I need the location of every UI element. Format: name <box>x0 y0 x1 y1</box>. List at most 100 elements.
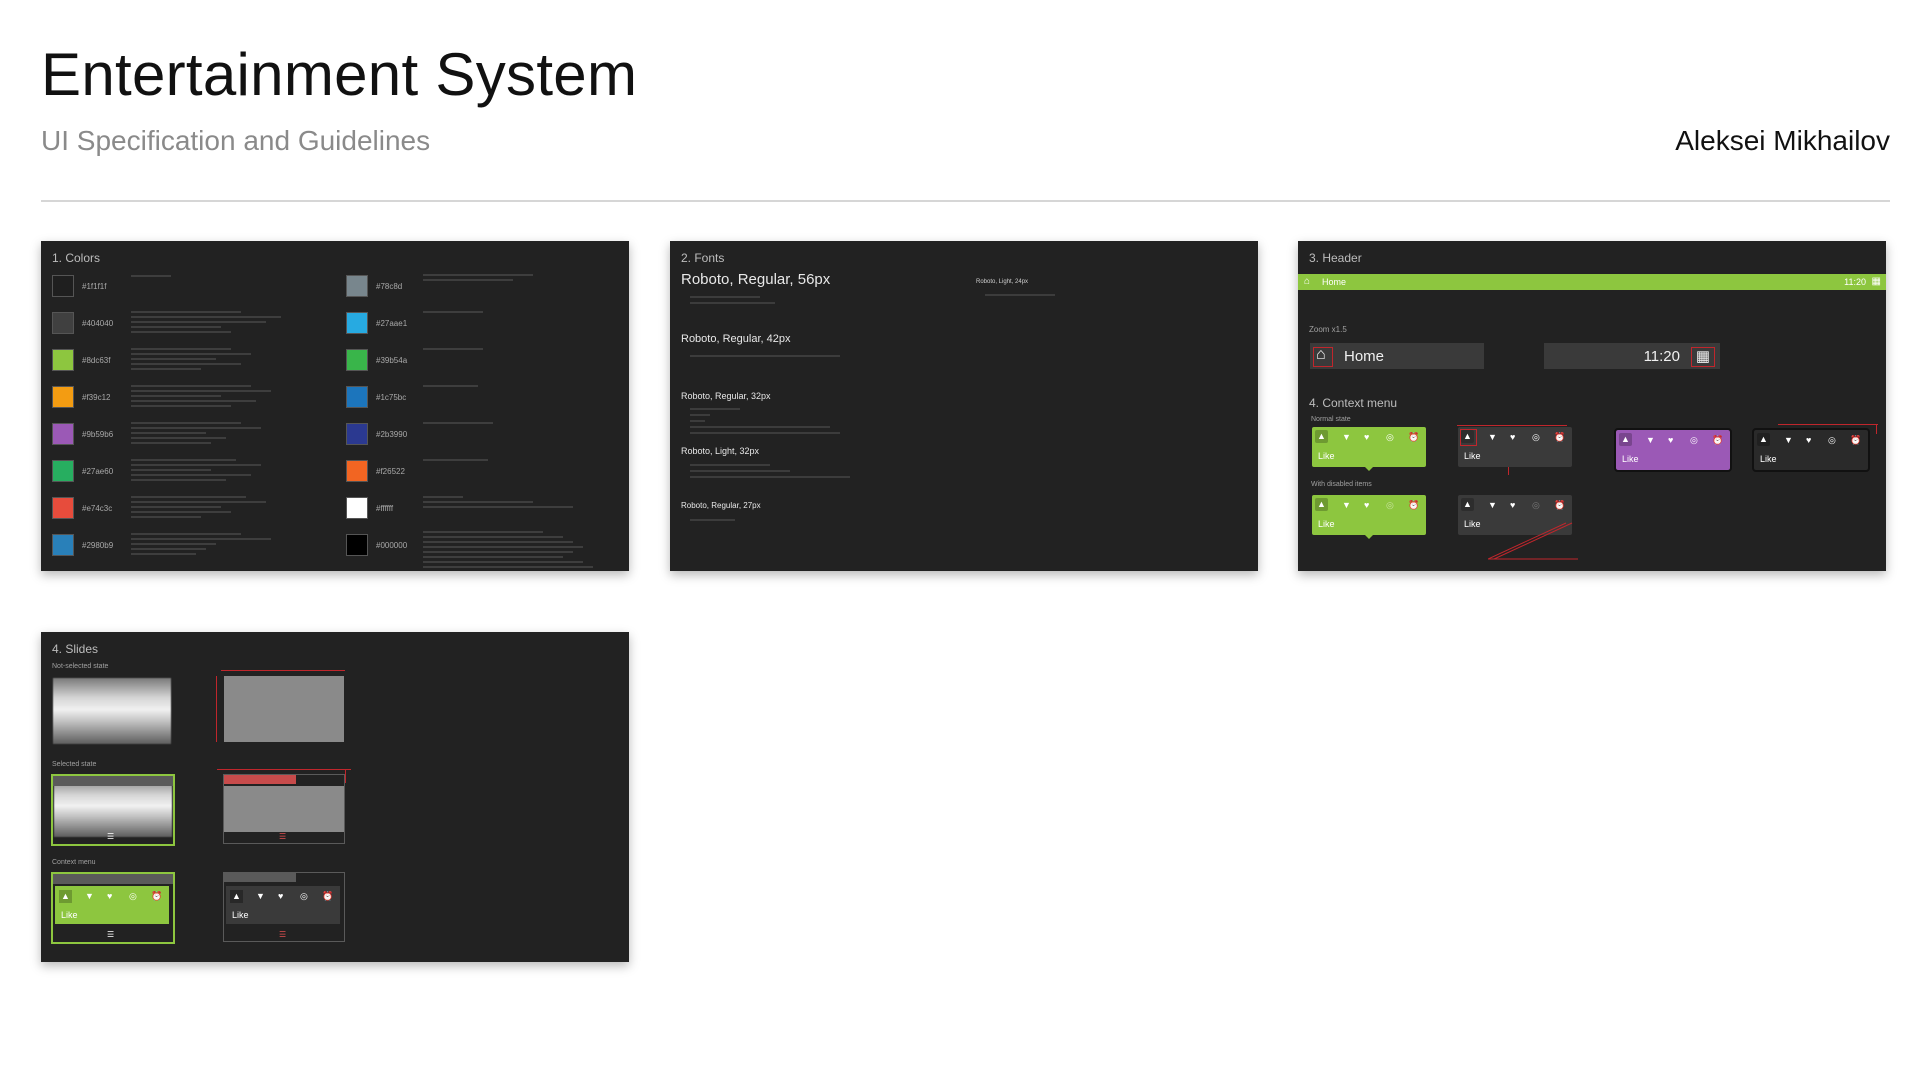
target-icon[interactable]: ◎ <box>1690 435 1698 446</box>
context-menu-green[interactable]: ▲ ▼ ♥ ◎ ⏰ Like <box>1312 427 1426 467</box>
thumbs-up-icon[interactable]: ▲ <box>1461 498 1474 511</box>
swatch <box>346 275 368 297</box>
spacing-marker <box>1508 467 1509 475</box>
font-sample-notes <box>690 519 735 525</box>
swatch <box>52 349 74 371</box>
heart-icon[interactable]: ♥ <box>1510 500 1515 510</box>
slide-title-bar <box>224 775 296 784</box>
page-subtitle: UI Specification and Guidelines <box>41 125 431 156</box>
target-icon[interactable]: ◎ <box>1532 432 1540 443</box>
thumbs-up-icon[interactable]: ▲ <box>1315 430 1328 443</box>
header-card[interactable]: 3. Header ⌂ Home 11:20 ▦ Zoom x1.5 ⌂ Hom… <box>1298 241 1886 571</box>
swatch-hex: #e74c3c <box>82 504 113 513</box>
target-icon[interactable]: ◎ <box>300 891 308 902</box>
thumbs-down-icon[interactable]: ▼ <box>85 891 94 901</box>
not-selected-label: Not-selected state <box>52 663 109 670</box>
heart-icon[interactable]: ♥ <box>107 891 112 901</box>
swatch-hex: #404040 <box>82 319 114 328</box>
swatch <box>346 460 368 482</box>
like-label: Like <box>1760 454 1777 464</box>
alarm-icon[interactable]: ⏰ <box>151 891 162 902</box>
swatch-description <box>423 311 583 316</box>
thumbs-down-icon[interactable]: ▼ <box>1342 500 1351 510</box>
swatch-description <box>131 348 291 373</box>
thumbs-down-icon[interactable]: ▼ <box>256 891 265 901</box>
spacing-marker <box>1691 347 1715 367</box>
thumbs-down-icon[interactable]: ▼ <box>1646 435 1655 445</box>
alarm-icon[interactable]: ⏰ <box>1408 432 1419 443</box>
header-card-title: 3. Header <box>1309 251 1362 265</box>
slide-title-bar <box>53 874 173 884</box>
alarm-icon[interactable]: ⏰ <box>1712 435 1723 446</box>
swatch-description <box>423 385 583 390</box>
font-sample-notes <box>690 296 775 308</box>
swatch <box>52 497 74 519</box>
swatch-hex: #9b59b6 <box>82 430 114 439</box>
thumbs-down-icon[interactable]: ▼ <box>1784 435 1793 445</box>
context-menu-black[interactable]: ▲ ▼ ♥ ◎ ⏰ Like <box>1752 428 1870 472</box>
target-icon[interactable]: ◎ <box>129 891 137 902</box>
slides-card[interactable]: 4. Slides Not-selected state Selected st… <box>41 632 629 962</box>
heart-icon[interactable]: ♥ <box>1364 432 1369 442</box>
fonts-card-title: 2. Fonts <box>681 251 725 265</box>
zoom-home-label: Home <box>1344 348 1385 365</box>
heart-icon[interactable]: ♥ <box>1668 435 1673 445</box>
swatch-description <box>423 274 583 284</box>
like-label: Like <box>232 910 249 920</box>
target-icon[interactable]: ◎ <box>1386 432 1394 443</box>
font-sample-light-32: Roboto, Light, 32px <box>681 446 760 456</box>
thumbs-up-icon[interactable]: ▲ <box>59 890 72 903</box>
alarm-icon[interactable]: ⏰ <box>1850 435 1861 446</box>
swatch <box>346 423 368 445</box>
swatch <box>52 312 74 334</box>
list-icon: ☰ <box>107 930 115 939</box>
spacing-marker <box>221 670 345 671</box>
heart-icon[interactable]: ♥ <box>1364 500 1369 510</box>
font-sample-42: Roboto, Regular, 42px <box>681 333 791 345</box>
thumbs-up-icon[interactable]: ▲ <box>1619 433 1632 446</box>
slide-thumbnail[interactable] <box>53 678 171 744</box>
page-title: Entertainment System <box>41 41 638 108</box>
context-menu-label: Context menu <box>52 859 96 866</box>
heart-icon[interactable]: ♥ <box>278 891 283 901</box>
heart-icon[interactable]: ♥ <box>1510 432 1515 442</box>
thumbs-down-icon[interactable]: ▼ <box>1342 432 1351 442</box>
header-bar: ⌂ Home 11:20 ▦ <box>1298 274 1886 290</box>
font-sample-notes <box>690 464 850 482</box>
font-sample-light-24: Roboto, Light, 24px <box>976 279 1029 285</box>
alarm-icon[interactable]: ⏰ <box>322 891 333 902</box>
thumbs-up-icon[interactable]: ▲ <box>1757 433 1770 446</box>
swatch <box>52 534 74 556</box>
thumbs-up-icon[interactable]: ▲ <box>230 890 243 903</box>
swatch-description <box>131 422 291 447</box>
context-menu-purple[interactable]: ▲ ▼ ♥ ◎ ⏰ Like <box>1614 428 1732 472</box>
header-divider <box>41 200 1890 202</box>
thumbs-down-icon[interactable]: ▼ <box>1488 432 1497 442</box>
swatch-description <box>131 533 291 558</box>
fonts-card[interactable]: 2. Fonts Roboto, Regular, 56px Roboto, R… <box>670 241 1258 571</box>
spacing-marker <box>1313 347 1333 367</box>
swatch-hex: #27ae60 <box>82 467 114 476</box>
slide-thumbnail[interactable] <box>54 777 172 837</box>
thumbs-down-icon[interactable]: ▼ <box>1488 500 1497 510</box>
target-icon[interactable]: ◎ <box>1828 435 1836 446</box>
spacing-marker <box>216 676 217 742</box>
colors-card[interactable]: 1. Colors #1f1f1f #404040 #8dc63f #f39c1… <box>41 241 629 571</box>
grid-icon: ▦ <box>1871 276 1881 287</box>
swatch <box>346 497 368 519</box>
heart-icon[interactable]: ♥ <box>1806 435 1811 445</box>
swatch-description <box>423 531 603 571</box>
thumbs-up-icon[interactable]: ▲ <box>1315 498 1328 511</box>
spacing-marker <box>1457 425 1567 426</box>
list-icon: ☰ <box>107 832 115 841</box>
slide-placeholder <box>224 786 344 832</box>
font-sample-27: Roboto, Regular, 27px <box>681 501 761 510</box>
like-label: Like <box>61 910 78 920</box>
context-menu-green-disabled[interactable]: ▲ ▼ ♥ ◎ ⏰ Like <box>1312 495 1426 535</box>
alarm-icon[interactable]: ⏰ <box>1554 432 1565 443</box>
slide-context-menu-dark[interactable]: ▲ ▼ ♥ ◎ ⏰ Like <box>226 886 340 924</box>
slide-context-menu-green[interactable]: ▲ ▼ ♥ ◎ ⏰ Like <box>55 886 169 924</box>
like-label: Like <box>1318 451 1335 461</box>
like-label: Like <box>1464 519 1481 529</box>
slide-title-bar <box>53 776 173 786</box>
